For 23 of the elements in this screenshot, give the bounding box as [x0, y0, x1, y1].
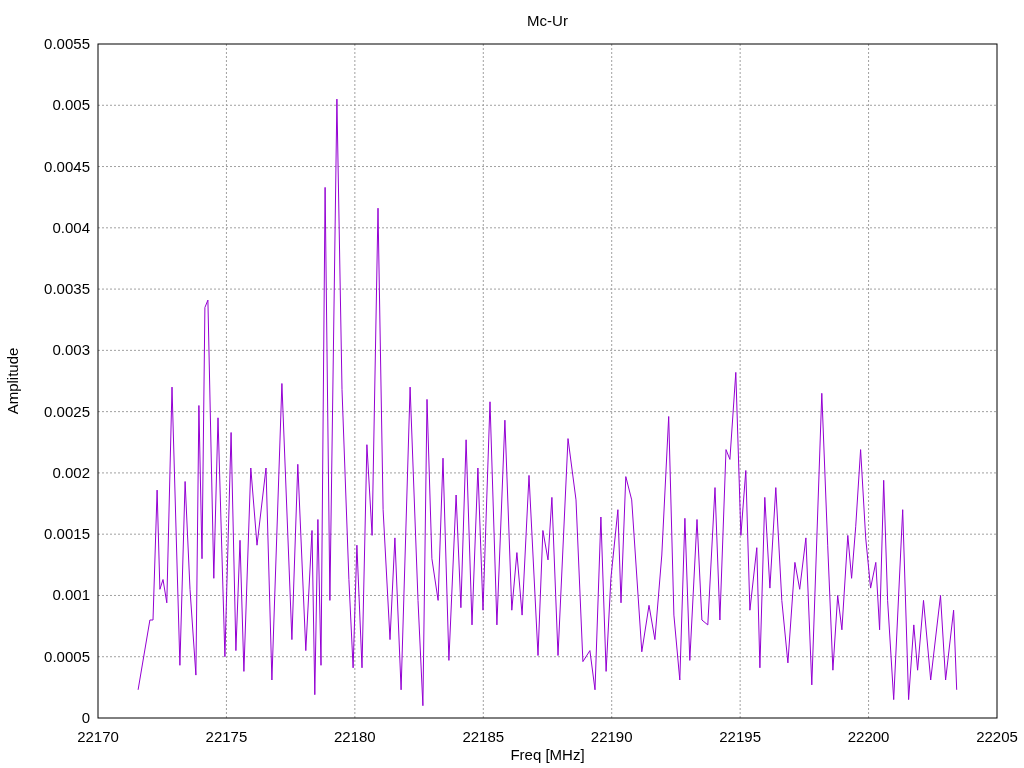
tick-label: 0.0005 [44, 647, 90, 665]
tick-label: 0.0015 [44, 525, 90, 543]
tick-label: 0.0055 [44, 35, 90, 52]
tick-label: 22190 [590, 728, 633, 745]
axis-title: Freq [MHz] [510, 746, 585, 763]
tick-label: 22185 [462, 728, 505, 745]
tick-label: 22180 [334, 728, 376, 745]
tick-label: 0.004 [52, 218, 90, 236]
tick-label: 0 [81, 709, 90, 726]
tick-label: 22205 [976, 728, 1018, 745]
tick-label: 0.0035 [44, 280, 90, 298]
tick-label: 0.005 [52, 96, 90, 114]
tick-label: 0.001 [52, 586, 90, 604]
tick-label: 0.0045 [44, 157, 90, 175]
tick-label: 22170 [77, 728, 119, 745]
chart-title: Mc-Ur [527, 12, 568, 29]
tick-label: 22195 [719, 728, 761, 745]
tick-label: 0.002 [52, 463, 90, 481]
tick-label: 22200 [847, 728, 890, 745]
tick-label: 22175 [205, 728, 248, 745]
tick-label: 0.0025 [44, 402, 90, 420]
axis-title: Amplitude [4, 347, 21, 415]
tick-label: 0.003 [52, 341, 90, 359]
